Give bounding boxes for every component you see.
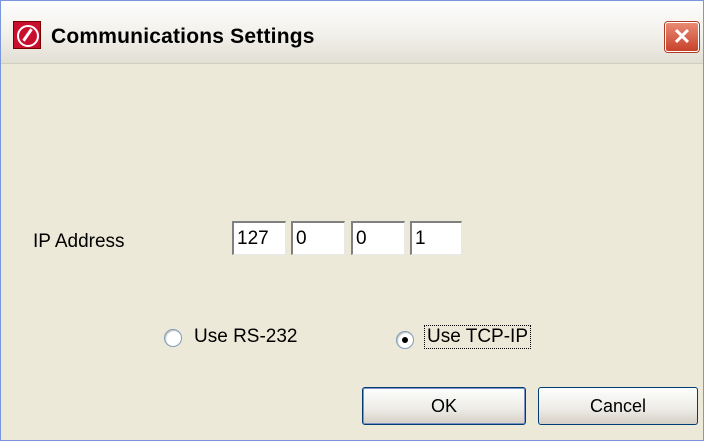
ip-octet-2-input[interactable]	[291, 221, 345, 255]
title-bar[interactable]: Communications Settings ✕	[1, 1, 703, 64]
app-logo-icon	[13, 21, 41, 49]
close-button[interactable]: ✕	[665, 22, 699, 52]
ip-octet-4-input[interactable]	[410, 221, 462, 255]
rs232-radio-label[interactable]: Use RS-232	[194, 326, 298, 348]
ip-octet-1-input[interactable]	[232, 221, 286, 255]
tcpip-radio[interactable]	[396, 331, 414, 349]
rs232-radio[interactable]	[164, 329, 182, 347]
tcpip-radio-label[interactable]: Use TCP-IP	[423, 325, 532, 349]
dialog-window: Communications Settings ✕ IP Address Use…	[0, 0, 704, 441]
ip-address-label: IP Address	[33, 231, 125, 252]
window-title: Communications Settings	[51, 25, 315, 48]
ok-button[interactable]: OK	[362, 387, 526, 425]
ip-octet-3-input[interactable]	[351, 221, 405, 255]
cancel-button[interactable]: Cancel	[538, 387, 698, 425]
